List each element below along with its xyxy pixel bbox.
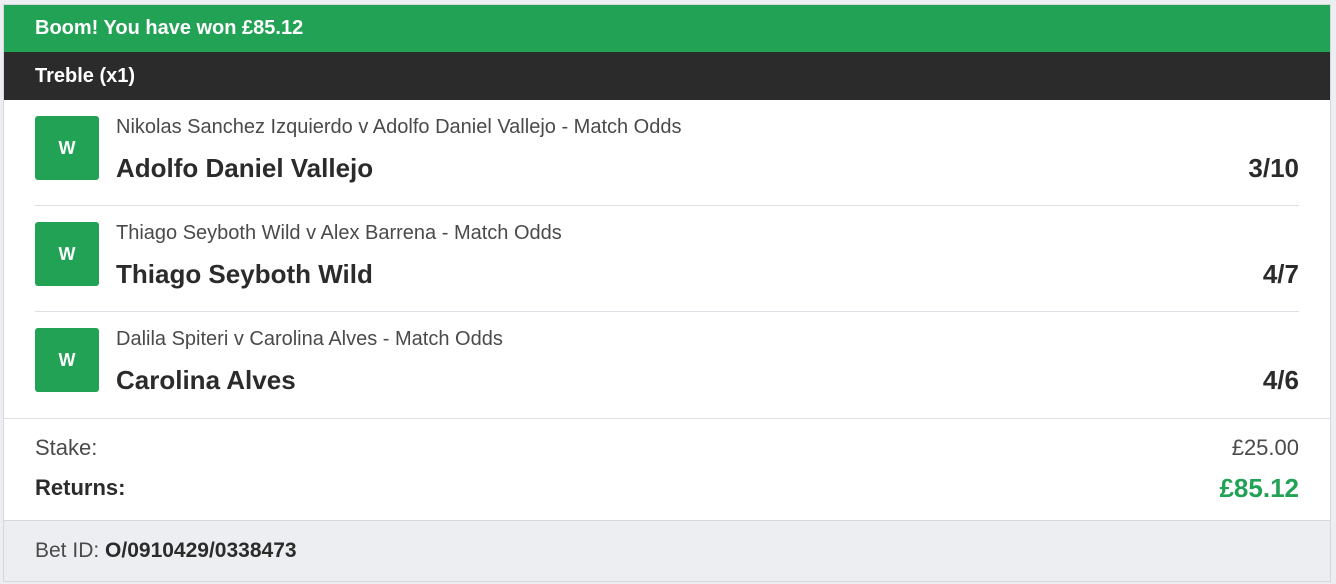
bet-id-value: O/0910429/0338473: [105, 539, 297, 562]
stake-row: Stake: £25.00: [35, 435, 1299, 465]
selection-odds: 4/6: [1262, 365, 1299, 395]
returns-value: £85.12: [1219, 473, 1299, 503]
stake-label: Stake:: [35, 435, 98, 460]
win-result-badge: W: [35, 328, 99, 392]
selection-name: Carolina Alves: [116, 365, 296, 395]
bet-legs-list: W Nikolas Sanchez Izquierdo v Adolfo Dan…: [4, 100, 1330, 418]
selection-odds: 3/10: [1248, 153, 1299, 183]
returns-label: Returns:: [35, 475, 126, 500]
win-result-badge: W: [35, 222, 99, 286]
bet-receipt-card: Boom! You have won £85.12 Treble (x1) W …: [3, 4, 1331, 582]
event-name: Thiago Seyboth Wild v Alex Barrena - Mat…: [116, 222, 562, 244]
win-banner: Boom! You have won £85.12: [4, 5, 1330, 52]
event-name: Nikolas Sanchez Izquierdo v Adolfo Danie…: [116, 116, 682, 138]
returns-row: Returns: £85.12: [35, 473, 1299, 505]
bet-type-header: Treble (x1): [4, 52, 1330, 100]
selection-name: Thiago Seyboth Wild: [116, 259, 373, 289]
win-result-badge: W: [35, 116, 99, 180]
bet-id-label: Bet ID:: [35, 539, 100, 562]
bet-leg: W Nikolas Sanchez Izquierdo v Adolfo Dan…: [35, 100, 1299, 206]
stake-value: £25.00: [1231, 435, 1299, 460]
bet-summary: Stake: £25.00 Returns: £85.12: [4, 418, 1330, 520]
bet-leg: W Dalila Spiteri v Carolina Alves - Matc…: [35, 312, 1299, 418]
selection-name: Adolfo Daniel Vallejo: [116, 153, 374, 183]
bet-id-footer: Bet ID: O/0910429/0338473: [4, 520, 1330, 581]
event-name: Dalila Spiteri v Carolina Alves - Match …: [116, 328, 503, 350]
selection-odds: 4/7: [1262, 259, 1299, 289]
bet-leg: W Thiago Seyboth Wild v Alex Barrena - M…: [35, 206, 1299, 312]
